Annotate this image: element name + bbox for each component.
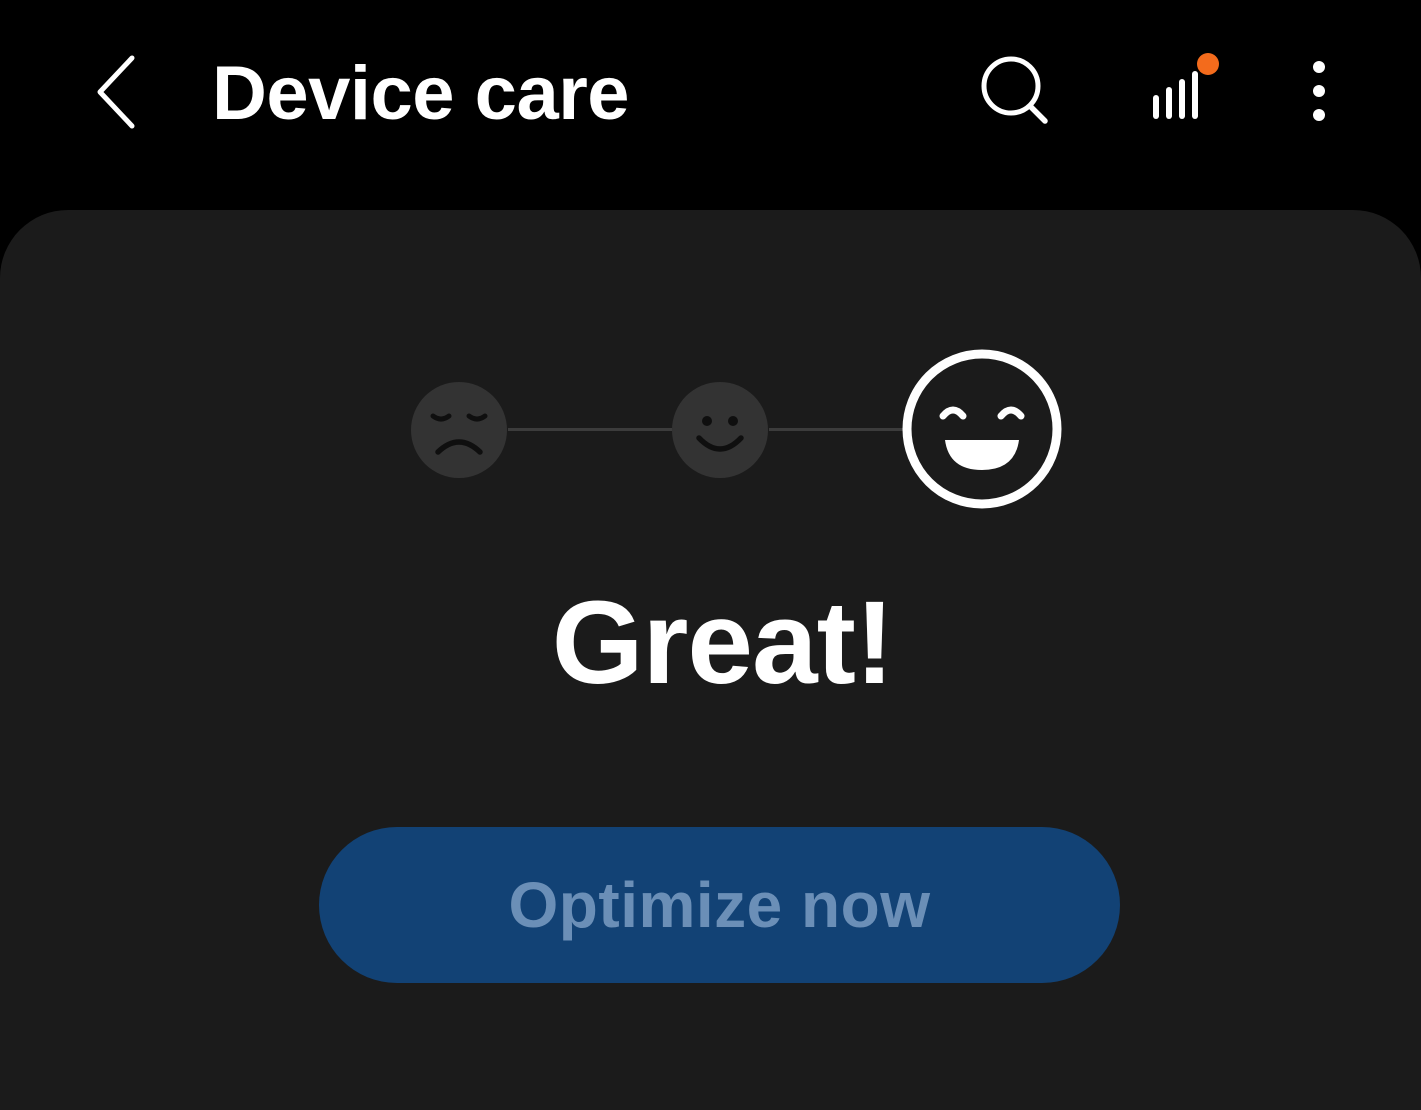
back-button[interactable]	[78, 40, 158, 140]
stats-button[interactable]	[1140, 46, 1230, 136]
signal-bars-icon	[1153, 53, 1219, 119]
laughing-face-icon	[902, 349, 1062, 509]
rating-connector	[769, 428, 903, 431]
more-vertical-icon	[1313, 61, 1325, 121]
optimize-now-button[interactable]: Optimize now	[319, 827, 1120, 983]
search-button[interactable]	[970, 48, 1060, 138]
search-icon	[981, 56, 1048, 124]
rating-connector	[508, 428, 672, 431]
notification-dot	[1197, 53, 1219, 75]
more-options-button[interactable]	[1290, 50, 1350, 140]
status-rating-scale	[0, 210, 1421, 610]
device-status-card: Great! Optimize now	[0, 210, 1421, 1110]
app-bar: Device care	[0, 0, 1421, 190]
status-label: Great!	[551, 577, 895, 709]
sad-face-icon	[411, 382, 507, 478]
smile-face-icon	[672, 382, 768, 478]
page-title: Device care	[212, 51, 630, 136]
chevron-left-icon	[97, 55, 135, 129]
